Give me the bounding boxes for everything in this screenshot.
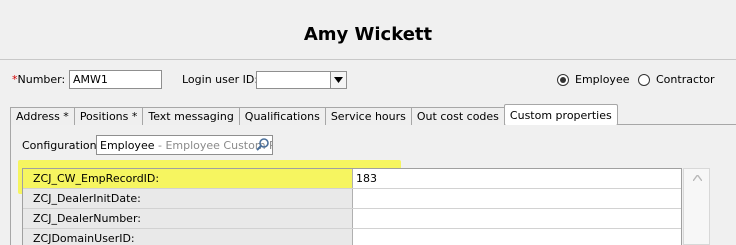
radio-employee[interactable]: Employee — [557, 73, 629, 86]
radio-employee-circle[interactable] — [557, 73, 569, 86]
chevron-up-icon[interactable] — [693, 175, 702, 181]
configuration-value: Employee — [100, 139, 155, 152]
tab-service-hours[interactable]: Service hours — [324, 107, 412, 125]
radio-employee-label: Employee — [575, 73, 630, 86]
tab-address[interactable]: Address * — [10, 107, 75, 125]
number-label-wrap: *Number: — [12, 73, 65, 86]
table-row[interactable]: ZCJ_CW_EmpRecordID: 183 — [23, 169, 681, 189]
tab-strip: Address * Positions * Text messaging Qua… — [10, 104, 618, 125]
property-value[interactable]: 183 — [353, 169, 681, 188]
page-title: Amy Wickett — [303, 24, 433, 45]
configuration-label: Configuration: — [22, 139, 101, 152]
login-user-id-label: Login user ID: — [182, 73, 259, 86]
configuration-field[interactable]: Employee - Employee Custom Pr — [96, 135, 273, 155]
table-row[interactable]: ZCJDomainUserID: — [23, 229, 681, 245]
tab-out-cost-codes[interactable]: Out cost codes — [410, 107, 505, 125]
custom-properties-grid: ZCJ_CW_EmpRecordID: 183 ZCJ_DealerInitDa… — [22, 168, 682, 245]
property-value[interactable] — [353, 229, 681, 245]
property-name: ZCJ_DealerInitDate: — [23, 189, 353, 208]
property-value-text: 183 — [356, 172, 377, 185]
grid-scrollbar[interactable] — [683, 168, 710, 245]
property-name: ZCJ_DealerNumber: — [23, 209, 353, 228]
property-value[interactable] — [353, 209, 681, 228]
radio-contractor[interactable]: Contractor — [638, 73, 715, 86]
number-label: Number: — [17, 73, 66, 86]
number-input[interactable]: AMW1 — [69, 70, 162, 89]
chevron-down-icon — [334, 77, 343, 83]
table-row[interactable]: ZCJ_DealerInitDate: — [23, 189, 681, 209]
login-user-id-select[interactable] — [256, 71, 347, 89]
radio-contractor-label: Contractor — [656, 73, 715, 86]
dropdown-button[interactable] — [330, 72, 346, 88]
search-icon[interactable] — [255, 137, 270, 152]
tab-qualifications[interactable]: Qualifications — [238, 107, 326, 125]
tab-custom-properties[interactable]: Custom properties — [503, 104, 618, 125]
header-divider — [0, 59, 736, 60]
table-row[interactable]: ZCJ_DealerNumber: — [23, 209, 681, 229]
radio-selected-dot — [560, 76, 566, 83]
property-value[interactable] — [353, 189, 681, 208]
property-name: ZCJDomainUserID: — [23, 229, 353, 245]
tab-text-messaging[interactable]: Text messaging — [142, 107, 240, 125]
tab-positions[interactable]: Positions * — [73, 107, 144, 125]
radio-contractor-circle[interactable] — [638, 73, 650, 86]
property-name: ZCJ_CW_EmpRecordID: — [23, 169, 353, 188]
magnifier-glyph — [256, 138, 269, 151]
